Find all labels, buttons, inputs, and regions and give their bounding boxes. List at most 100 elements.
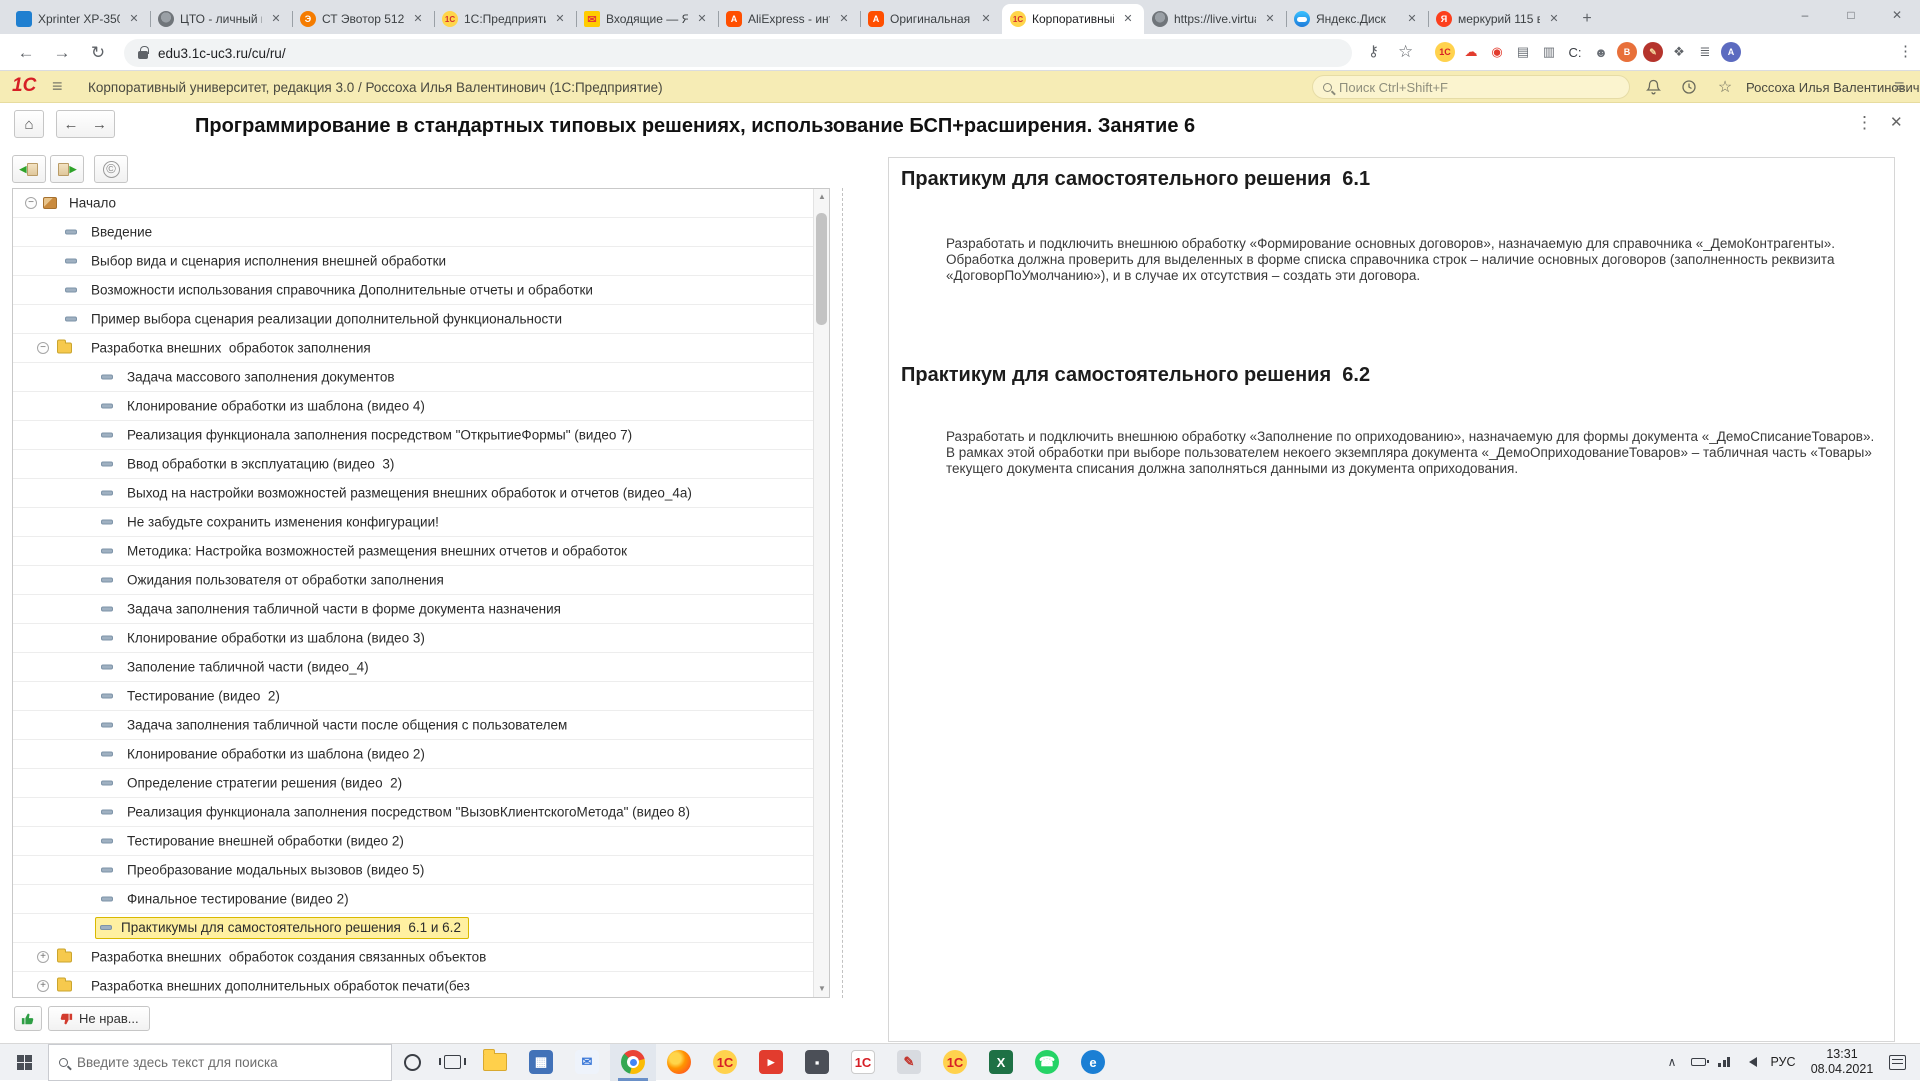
forward-button[interactable]: → [48, 39, 76, 67]
browser-tab-1[interactable]: Xprinter XP-350B✕ [8, 4, 150, 34]
browser-tab-8[interactable]: 1СКорпоративный✕ [1002, 4, 1144, 34]
tree-item[interactable]: Не забудьте сохранить изменения конфигур… [13, 508, 813, 537]
back-button[interactable]: ← [12, 39, 40, 67]
refresh-button[interactable]: ↻ [84, 39, 112, 67]
tree-scrollbar[interactable]: ▲ ▼ [813, 189, 829, 997]
taskbar-app-mail[interactable]: ✉ [564, 1044, 610, 1081]
page-close-icon[interactable]: ✕ [1890, 113, 1903, 131]
tree-item[interactable]: Реализация функционала заполнения посред… [13, 421, 813, 450]
taskbar-app-edge[interactable]: e [1070, 1044, 1116, 1081]
tab-close-icon[interactable]: ✕ [978, 11, 994, 27]
new-tab-button[interactable]: + [1574, 6, 1600, 32]
page-forward-button[interactable]: → [85, 110, 115, 138]
tree-item[interactable]: Пример выбора сценария реализации дополн… [13, 305, 813, 334]
profile-avatar-icon[interactable]: A [1721, 42, 1741, 62]
browser-menu-icon[interactable]: ⋮ [1898, 42, 1913, 60]
tree-item[interactable]: −Разработка внешних обработок заполнения [13, 334, 813, 363]
expand-icon[interactable]: + [37, 951, 49, 963]
browser-tab-7[interactable]: AОригинальная н✕ [860, 4, 1002, 34]
taskbar-app-chrome[interactable] [610, 1044, 656, 1081]
battery-icon[interactable] [1685, 1044, 1711, 1081]
ext-c-drive-icon[interactable]: C: [1565, 42, 1585, 62]
collapse-icon[interactable]: − [37, 342, 49, 354]
ext-b-icon[interactable]: B [1617, 42, 1637, 62]
browser-tab-2[interactable]: ЦТО - личный ка✕ [150, 4, 292, 34]
taskbar-app-dark-app[interactable]: ▪ [794, 1044, 840, 1081]
taskbar-app-red-arrow-app[interactable]: ▸ [748, 1044, 794, 1081]
ext-puzzle-icon[interactable]: ❖ [1669, 42, 1689, 62]
tab-close-icon[interactable]: ✕ [836, 11, 852, 27]
key-icon[interactable]: ⚷ [1368, 42, 1379, 60]
like-button[interactable] [14, 1006, 42, 1031]
close-window-button[interactable]: ✕ [1874, 0, 1920, 30]
tree-item[interactable]: Задача массового заполнения документов [13, 363, 813, 392]
tree-item[interactable]: Ввод обработки в эксплуатацию (видео 3) [13, 450, 813, 479]
scroll-down-icon[interactable]: ▼ [814, 981, 830, 997]
tree-item[interactable]: Методика: Настройка возможностей размеще… [13, 537, 813, 566]
tab-close-icon[interactable]: ✕ [552, 11, 568, 27]
maximize-button[interactable]: □ [1828, 0, 1874, 30]
tree-item[interactable]: Выход на настройки возможностей размещен… [13, 479, 813, 508]
tree-item[interactable]: Заполение табличной части (видео_4) [13, 653, 813, 682]
taskbar-app-excel[interactable]: X [978, 1044, 1024, 1081]
notification-center-icon[interactable] [1889, 1055, 1906, 1070]
global-search-input[interactable]: Поиск Ctrl+Shift+F [1312, 75, 1630, 99]
ext-stamp-icon[interactable]: ✎ [1643, 42, 1663, 62]
taskbar-app-calculator[interactable]: ▦ [518, 1044, 564, 1081]
tree-item[interactable]: Клонирование обработки из шаблона (видео… [13, 624, 813, 653]
tab-close-icon[interactable]: ✕ [1404, 11, 1420, 27]
ext-playlist-icon[interactable]: ≣ [1695, 42, 1715, 62]
copyright-button[interactable]: © [94, 155, 128, 183]
taskbar-app-whatsapp[interactable]: ☎ [1024, 1044, 1070, 1081]
tree-item[interactable]: Практикумы для самостоятельного решения … [13, 914, 813, 943]
tree-item[interactable]: Задача заполнения табличной части в форм… [13, 595, 813, 624]
collapse-icon[interactable]: − [25, 197, 37, 209]
address-bar[interactable]: edu3.1c-uc3.ru/cu/ru/ [124, 39, 1352, 67]
tree-item[interactable]: Клонирование обработки из шаблона (видео… [13, 740, 813, 769]
taskbar-app-1c-edu[interactable]: 1С [932, 1044, 978, 1081]
tree-item[interactable]: Возможности использования справочника До… [13, 276, 813, 305]
tree-item[interactable]: Определение стратегии решения (видео 2) [13, 769, 813, 798]
ext-printer-icon[interactable]: ▥ [1539, 42, 1559, 62]
tree-item[interactable]: +Разработка внешних дополнительных обраб… [13, 972, 813, 998]
tab-close-icon[interactable]: ✕ [1262, 11, 1278, 27]
user-menu-icon[interactable]: ≡ [1894, 76, 1905, 97]
expand-icon[interactable]: + [37, 980, 49, 992]
prev-section-button[interactable]: ◀ [12, 155, 46, 183]
taskbar-app-1c-edo[interactable]: 1С [840, 1044, 886, 1081]
tab-close-icon[interactable]: ✕ [410, 11, 426, 27]
browser-tab-5[interactable]: ✉Входящие — Янд✕ [576, 4, 718, 34]
tab-close-icon[interactable]: ✕ [1546, 11, 1562, 27]
hidden-icons-chevron[interactable]: ∧ [1659, 1044, 1685, 1081]
history-clock-icon[interactable] [1678, 77, 1700, 97]
tab-close-icon[interactable]: ✕ [126, 11, 142, 27]
browser-tab-11[interactable]: Ямеркурий 115 в✕ [1428, 4, 1570, 34]
browser-tab-4[interactable]: 1С1С:Предприятие✕ [434, 4, 576, 34]
dislike-button[interactable]: Не нрав... [48, 1006, 150, 1031]
notifications-bell-icon[interactable] [1642, 77, 1664, 97]
minimize-button[interactable]: – [1782, 0, 1828, 30]
tree-item[interactable]: Финальное тестирование (видео 2) [13, 885, 813, 914]
scroll-up-icon[interactable]: ▲ [814, 189, 830, 205]
ext-1c-icon[interactable]: 1С [1435, 42, 1455, 62]
task-view-button[interactable] [432, 1044, 472, 1081]
tree-item[interactable]: Тестирование внешней обработки (видео 2) [13, 827, 813, 856]
highlighted-tree-item[interactable]: Практикумы для самостоятельного решения … [95, 917, 469, 939]
tree-item[interactable]: Клонирование обработки из шаблона (видео… [13, 392, 813, 421]
taskbar-search-input[interactable]: Введите здесь текст для поиска [48, 1044, 392, 1081]
taskbar-app-paint-app[interactable]: ✎ [886, 1044, 932, 1081]
tab-close-icon[interactable]: ✕ [1120, 11, 1136, 27]
browser-tab-10[interactable]: Яндекс.Диск✕ [1286, 4, 1428, 34]
cortana-button[interactable] [392, 1044, 432, 1081]
volume-icon[interactable] [1737, 1044, 1763, 1081]
tree-item[interactable]: Введение [13, 218, 813, 247]
taskbar-app-file-explorer[interactable] [472, 1044, 518, 1081]
scrollbar-thumb[interactable] [816, 213, 827, 325]
main-menu-icon[interactable]: ≡ [52, 76, 63, 97]
tab-close-icon[interactable]: ✕ [268, 11, 284, 27]
tree-item[interactable]: Тестирование (видео 2) [13, 682, 813, 711]
ext-document-icon[interactable]: ▤ [1513, 42, 1533, 62]
bookmark-star-icon[interactable]: ☆ [1398, 42, 1413, 62]
network-icon[interactable] [1711, 1044, 1737, 1081]
page-menu-icon[interactable]: ⋮ [1856, 113, 1873, 133]
